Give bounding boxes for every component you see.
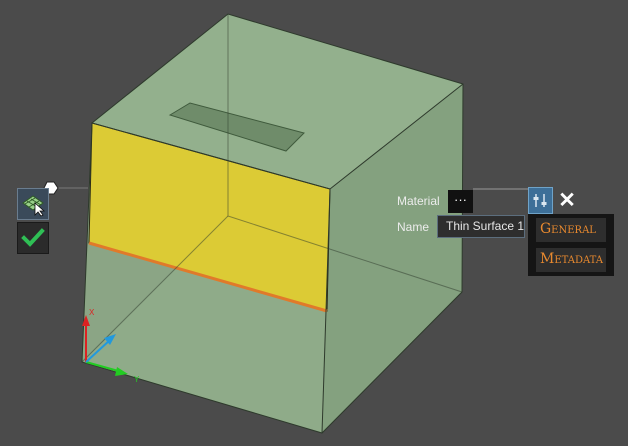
confirm-button[interactable] (17, 222, 49, 254)
surface-select-button[interactable] (17, 188, 49, 220)
name-label: Name (397, 220, 430, 234)
menu-item-metadata[interactable]: Metadata (536, 248, 606, 272)
close-icon[interactable]: ✕ (558, 190, 576, 211)
checkmark-icon (21, 228, 45, 247)
material-browse-button[interactable]: ··· (448, 190, 473, 213)
settings-button[interactable] (528, 187, 553, 214)
menu-item-general[interactable]: General (536, 218, 606, 242)
material-label: Material (397, 194, 440, 208)
y-axis-label: Y (134, 375, 140, 384)
settings-sliders-icon (533, 194, 547, 207)
surface-select-icon (22, 195, 46, 217)
name-field[interactable]: Thin Surface 1 (437, 215, 525, 238)
x-axis-label: X (89, 308, 95, 317)
property-menu: General Metadata (528, 214, 614, 276)
